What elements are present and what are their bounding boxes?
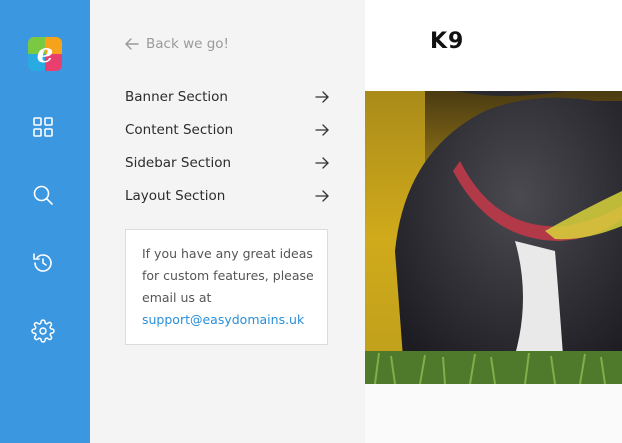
back-label: Back we go! <box>146 36 229 52</box>
preview-header: K9 <box>365 0 622 91</box>
menu-item-label: Content Section <box>125 122 234 138</box>
menu-item-label: Banner Section <box>125 89 228 105</box>
icon-sidebar: e <box>0 0 90 443</box>
customizer-panel: Back we go! Banner Section Content Secti… <box>90 0 365 443</box>
arrow-right-icon <box>315 91 329 103</box>
history-icon[interactable] <box>31 251 55 275</box>
feature-request-text: If you have any great ideas for custom f… <box>142 246 314 327</box>
search-icon[interactable] <box>31 183 55 207</box>
menu-item-label: Layout Section <box>125 188 226 204</box>
logo-letter: e <box>37 39 54 69</box>
site-logo[interactable]: K9 <box>430 29 464 54</box>
back-link[interactable]: Back we go! <box>124 34 229 54</box>
menu-item-content-section[interactable]: Content Section <box>125 119 330 141</box>
menu-item-banner-section[interactable]: Banner Section <box>125 86 330 108</box>
app-logo[interactable]: e <box>28 37 62 71</box>
banner-image <box>365 91 622 384</box>
arrow-left-icon <box>125 38 139 50</box>
dog-photo-icon <box>365 91 622 384</box>
menu-item-layout-section[interactable]: Layout Section <box>125 185 330 207</box>
arrow-right-icon <box>315 157 329 169</box>
arrow-right-icon <box>315 190 329 202</box>
support-email-link[interactable]: support@easydomains.uk <box>142 312 304 327</box>
menu-item-label: Sidebar Section <box>125 155 232 171</box>
feature-request-box: If you have any great ideas for custom f… <box>125 229 328 345</box>
menu-item-sidebar-section[interactable]: Sidebar Section <box>125 152 330 174</box>
site-preview: K9 <box>365 0 622 443</box>
grid-icon[interactable] <box>31 115 55 139</box>
arrow-right-icon <box>315 124 329 136</box>
gear-icon[interactable] <box>31 319 55 343</box>
